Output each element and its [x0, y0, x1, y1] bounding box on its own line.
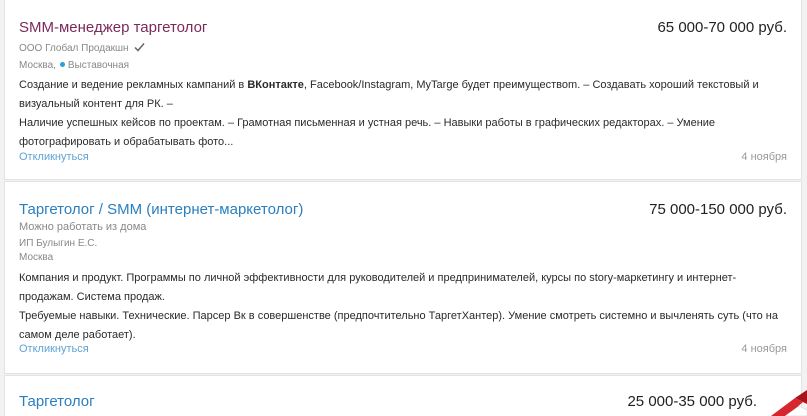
description-paragraph: Наличие успешных кейсов по проектам. – Г… — [19, 117, 716, 148]
vacancy-card: Таргетолог 25 000-35 000 руб. — [4, 375, 802, 416]
verified-check-icon — [134, 43, 145, 52]
posted-date: 4 ноября — [741, 343, 787, 355]
company-name: ООО Глобал Продакшн — [19, 43, 129, 54]
city-label: Москва — [19, 252, 54, 263]
vacancy-location-row: Москва, Выставочная — [19, 60, 129, 71]
vacancy-salary: 25 000-35 000 руб. — [627, 393, 757, 410]
respond-link[interactable]: Откликнуться — [19, 343, 89, 355]
description-paragraph: Требуемые навыки. Технические. Парсер Вк… — [19, 310, 778, 341]
vacancy-title-link[interactable]: SMM-менеджер таргетолог — [19, 19, 207, 36]
highlighted-keyword: ВКонтакте — [247, 79, 304, 91]
vacancy-list: SMM-менеджер таргетолог 65 000-70 000 ру… — [0, 0, 807, 416]
description-paragraph: Компания и продукт. Программы по личной … — [19, 272, 737, 303]
metro-dot-icon — [59, 62, 65, 68]
vacancy-title-link[interactable]: Таргетолог — [19, 393, 95, 410]
vacancy-title-link[interactable]: Таргетолог / SMM (интернет-маркетолог) — [19, 201, 303, 218]
remote-work-label: Можно работать из дома — [19, 221, 147, 233]
vacancy-company-row: ООО Глобал Продакшн — [19, 42, 145, 54]
vacancy-salary: 75 000-150 000 руб. — [649, 201, 787, 218]
posted-date: 4 ноября — [741, 151, 787, 163]
respond-link[interactable]: Откликнуться — [19, 151, 89, 163]
vacancy-description: Создание и ведение рекламных кампаний в … — [19, 76, 779, 152]
vacancy-salary: 65 000-70 000 руб. — [657, 19, 787, 36]
vacancy-card: Таргетолог / SMM (интернет-маркетолог) 7… — [4, 181, 802, 374]
corner-decoration — [771, 390, 807, 416]
city-label: Москва, — [19, 60, 56, 71]
metro-label: Выставочная — [67, 60, 130, 71]
company-name: ИП Булыгин Е.С. — [19, 238, 98, 249]
vacancy-card: SMM-менеджер таргетолог 65 000-70 000 ру… — [4, 0, 802, 180]
description-paragraph: Создание и ведение рекламных кампаний в … — [19, 79, 759, 110]
vacancy-description: Компания и продукт. Программы по личной … — [19, 269, 779, 345]
